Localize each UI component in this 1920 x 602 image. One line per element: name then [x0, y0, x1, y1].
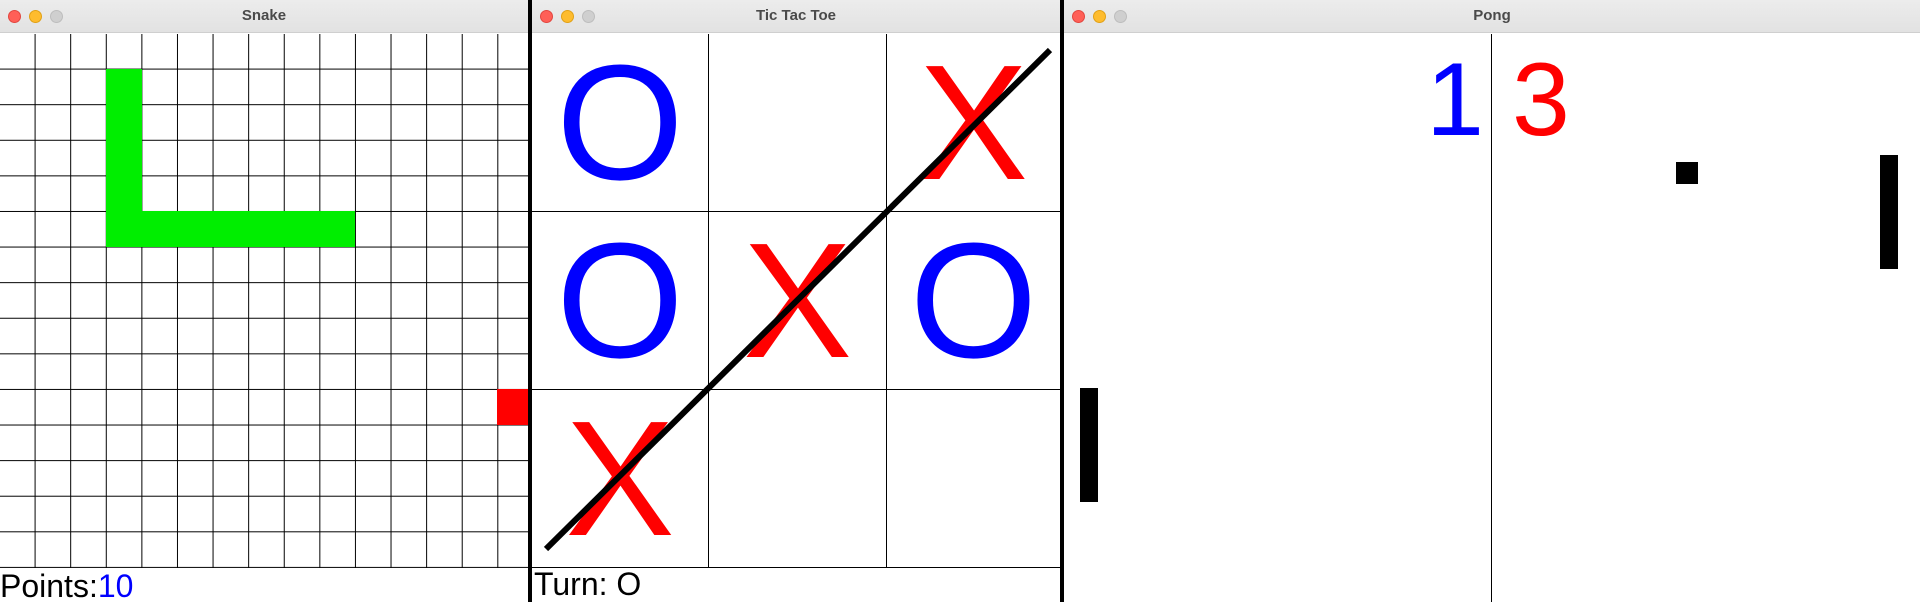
tictactoe-titlebar: Tic Tac Toe	[532, 0, 1060, 33]
snake-window: Snake Points:10	[0, 0, 528, 602]
turn-label: Turn:	[534, 566, 608, 602]
snake-board[interactable]	[0, 34, 528, 568]
food-item	[497, 389, 528, 425]
score-left: 1	[1426, 42, 1484, 158]
tictactoe-board[interactable]: OXOXOX	[532, 34, 1060, 568]
pong-window: Pong 1 3	[1064, 0, 1920, 602]
points-display: Points:10	[0, 568, 133, 602]
turn-value: O	[616, 566, 642, 602]
snake-titlebar: Snake	[0, 0, 528, 33]
close-button[interactable]	[540, 10, 553, 23]
turn-display: Turn: O	[534, 566, 641, 602]
window-title: Pong	[1473, 7, 1511, 24]
minimize-button[interactable]	[1093, 10, 1106, 23]
pong-court[interactable]: 1 3	[1064, 34, 1920, 602]
score-right: 3	[1512, 42, 1570, 158]
window-title: Snake	[241, 7, 287, 24]
window-title: Tic Tac Toe	[755, 7, 837, 24]
points-value: 10	[97, 568, 134, 602]
snake-body	[106, 211, 355, 247]
close-button[interactable]	[1072, 10, 1085, 23]
minimize-button[interactable]	[29, 10, 42, 23]
winning-line	[543, 47, 1053, 552]
tictactoe-window: Tic Tac Toe OXOXOX Turn: O	[532, 0, 1060, 602]
pong-ball	[1676, 162, 1698, 184]
pong-titlebar: Pong	[1064, 0, 1920, 33]
points-label: Points:	[0, 568, 98, 602]
paddle-left	[1080, 388, 1098, 502]
minimize-button[interactable]	[561, 10, 574, 23]
close-button[interactable]	[8, 10, 21, 23]
paddle-right	[1880, 155, 1898, 269]
center-line	[1491, 34, 1492, 602]
